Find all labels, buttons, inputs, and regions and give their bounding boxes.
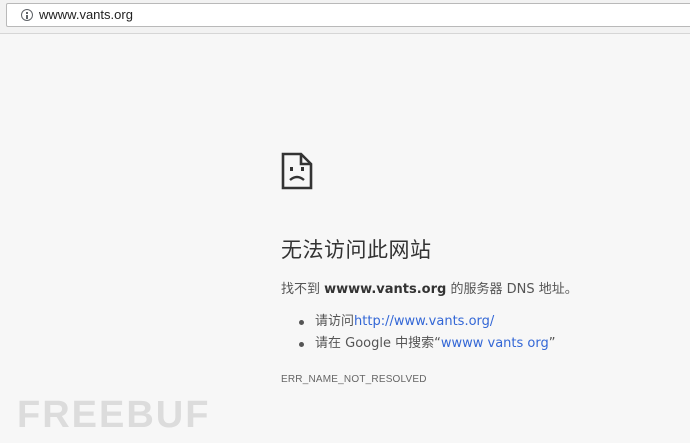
- suggestion-prefix: 请访问: [315, 314, 355, 329]
- summary-prefix: 找不到: [281, 282, 325, 297]
- summary-suffix: 的服务器 DNS 地址。: [446, 282, 578, 297]
- suggestion-visit: 请访问http://www.vants.org/: [298, 313, 555, 335]
- suggestion-search: 请在 Google 中搜索“wwww vants org”: [298, 335, 556, 357]
- sad-page-icon: [281, 152, 313, 190]
- info-icon[interactable]: [21, 9, 33, 21]
- freebuf-watermark: FREEBUF: [17, 394, 211, 436]
- summary-host: wwww.vants.org: [324, 282, 447, 297]
- browser-toolbar: wwww.vants.org: [0, 0, 690, 34]
- google-search-link[interactable]: wwww vants org: [441, 336, 549, 351]
- error-heading: 无法访问此网站: [281, 238, 432, 262]
- error-summary: 找不到 wwww.vants.org 的服务器 DNS 地址。: [281, 278, 578, 297]
- suggestion-list: 请访问http://www.vants.org/ 请在 Google 中搜索“w…: [298, 313, 556, 357]
- address-bar[interactable]: wwww.vants.org: [6, 3, 690, 27]
- url-text[interactable]: wwww.vants.org: [39, 7, 133, 22]
- error-code: ERR_NAME_NOT_RESOLVED: [281, 374, 427, 385]
- suggestion-suffix: ”: [548, 336, 556, 351]
- suggestion-prefix: 请在 Google 中搜索“: [315, 336, 441, 351]
- suggested-url-link[interactable]: http://www.vants.org/: [354, 314, 494, 329]
